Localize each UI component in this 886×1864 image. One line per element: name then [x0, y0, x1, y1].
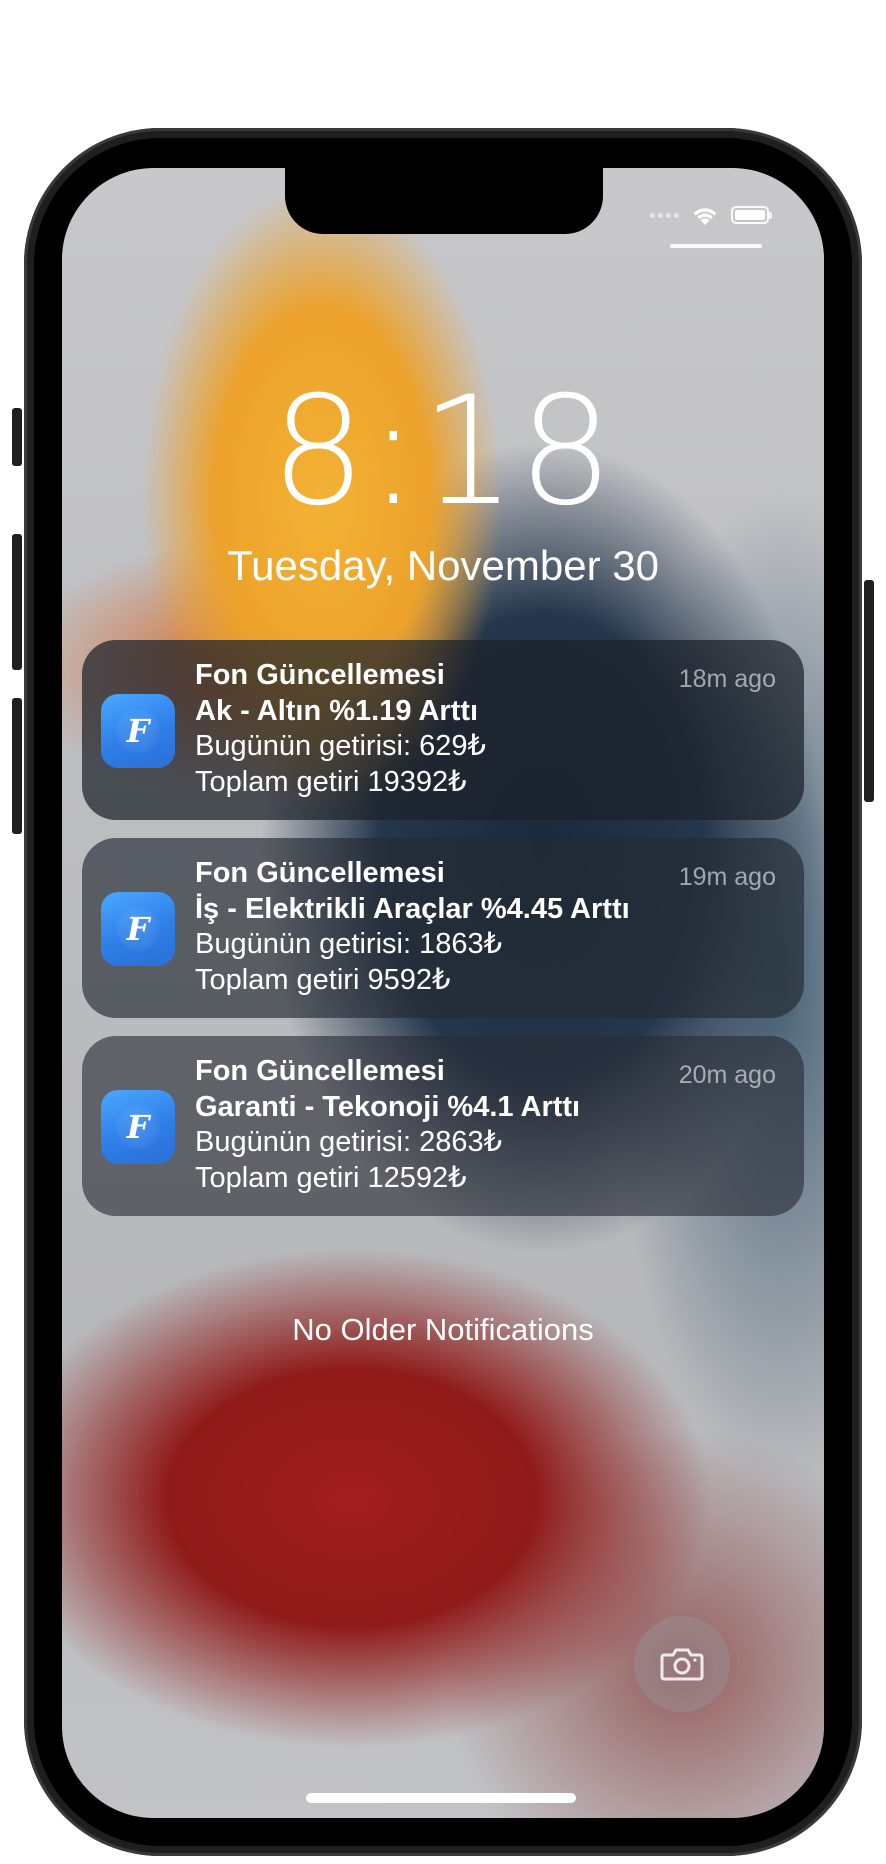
- silent-switch: [12, 408, 22, 466]
- notification-time: 20m ago: [678, 1061, 776, 1089]
- status-bar: [650, 200, 772, 230]
- notification-body-line: Toplam getiri 19392₺: [195, 765, 467, 798]
- app-icon-letter: F: [126, 910, 150, 948]
- side-button: [864, 580, 874, 802]
- camera-button[interactable]: [634, 1616, 730, 1712]
- signal-icon: [650, 212, 679, 218]
- notification-card[interactable]: F Fon Güncellemesi Ak - Altın %1.19 Artt…: [82, 640, 804, 820]
- notification-body-line: Toplam getiri 9592₺: [195, 963, 451, 996]
- notification-body-line: Bugünün getirisi: 2863₺: [195, 1126, 503, 1158]
- notch: [285, 168, 603, 234]
- no-older-notifications-label: No Older Notifications: [292, 1312, 594, 1347]
- notification-body-line: Bugünün getirisi: 629₺: [195, 730, 486, 762]
- app-icon-letter: F: [126, 1108, 150, 1146]
- lock-screen-date: Tuesday, November 30: [227, 542, 659, 589]
- notification-subtitle: Ak - Altın %1.19 Arttı: [195, 694, 479, 727]
- notification-time: 18m ago: [678, 665, 776, 693]
- fon-app-icon: F: [101, 892, 175, 966]
- notification-body-line: Bugünün getirisi: 1863₺: [195, 928, 503, 960]
- home-indicator[interactable]: [306, 1793, 576, 1803]
- fon-app-icon: F: [101, 1090, 175, 1164]
- notification-subtitle: Garanti - Tekonoji %4.1 Arttı: [195, 1090, 581, 1123]
- camera-icon: [660, 1648, 704, 1681]
- volume-down-button: [12, 698, 22, 834]
- notification-card[interactable]: F Fon Güncellemesi Garanti - Tekonoji %4…: [82, 1036, 804, 1216]
- app-icon-letter: F: [126, 712, 150, 750]
- notification-card[interactable]: F Fon Güncellemesi İş - Elektrikli Araçl…: [82, 838, 804, 1018]
- notification-time: 19m ago: [678, 863, 776, 891]
- notification-body-line: Toplam getiri 12592₺: [195, 1161, 467, 1194]
- control-center-indicator[interactable]: [670, 244, 762, 248]
- notification-subtitle: İş - Elektrikli Araçlar %4.45 Arttı: [195, 892, 630, 925]
- lock-screen-time: 8:18: [270, 365, 616, 539]
- battery-icon: [731, 206, 772, 224]
- volume-up-button: [12, 534, 22, 670]
- wifi-icon: [693, 208, 717, 225]
- fon-app-icon: F: [101, 694, 175, 768]
